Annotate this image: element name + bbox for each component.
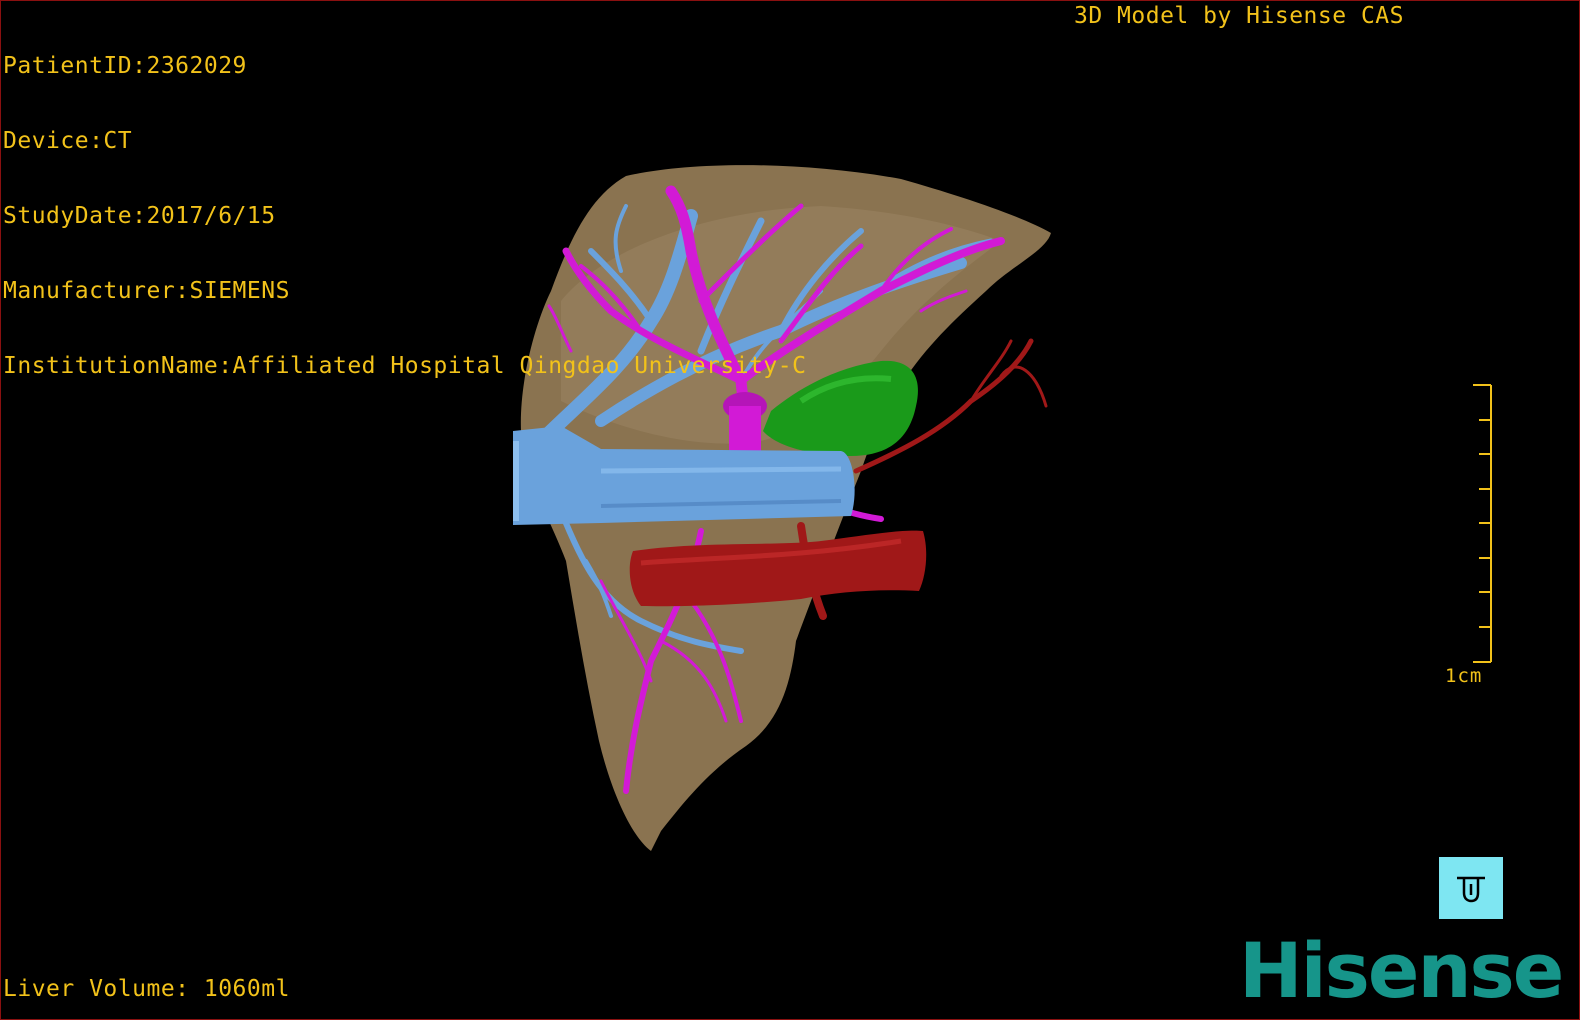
orientation-cube-icon — [1457, 876, 1485, 903]
orientation-button[interactable] — [1439, 857, 1503, 919]
study-date: StudyDate:2017/6/15 — [3, 203, 276, 229]
hisense-logo: Hisense — [1239, 926, 1564, 1015]
device: Device:CT — [3, 128, 133, 154]
3d-viewport[interactable]: PatientID:2362029 Device:CT StudyDate:20… — [0, 0, 1580, 1020]
model-title: 3D Model by Hisense CAS — [1074, 3, 1404, 29]
scale-bar — [1473, 384, 1492, 663]
study-info: PatientID:2362029 Device:CT StudyDate:20… — [3, 4, 806, 429]
manufacturer: Manufacturer:SIEMENS — [3, 278, 290, 304]
liver-volume: Liver Volume: 1060ml — [3, 976, 290, 1002]
scale-label: 1cm — [1445, 665, 1483, 687]
patient-id: PatientID:2362029 — [3, 53, 247, 79]
institution-name: InstitutionName:Affiliated Hospital Qing… — [3, 353, 807, 379]
